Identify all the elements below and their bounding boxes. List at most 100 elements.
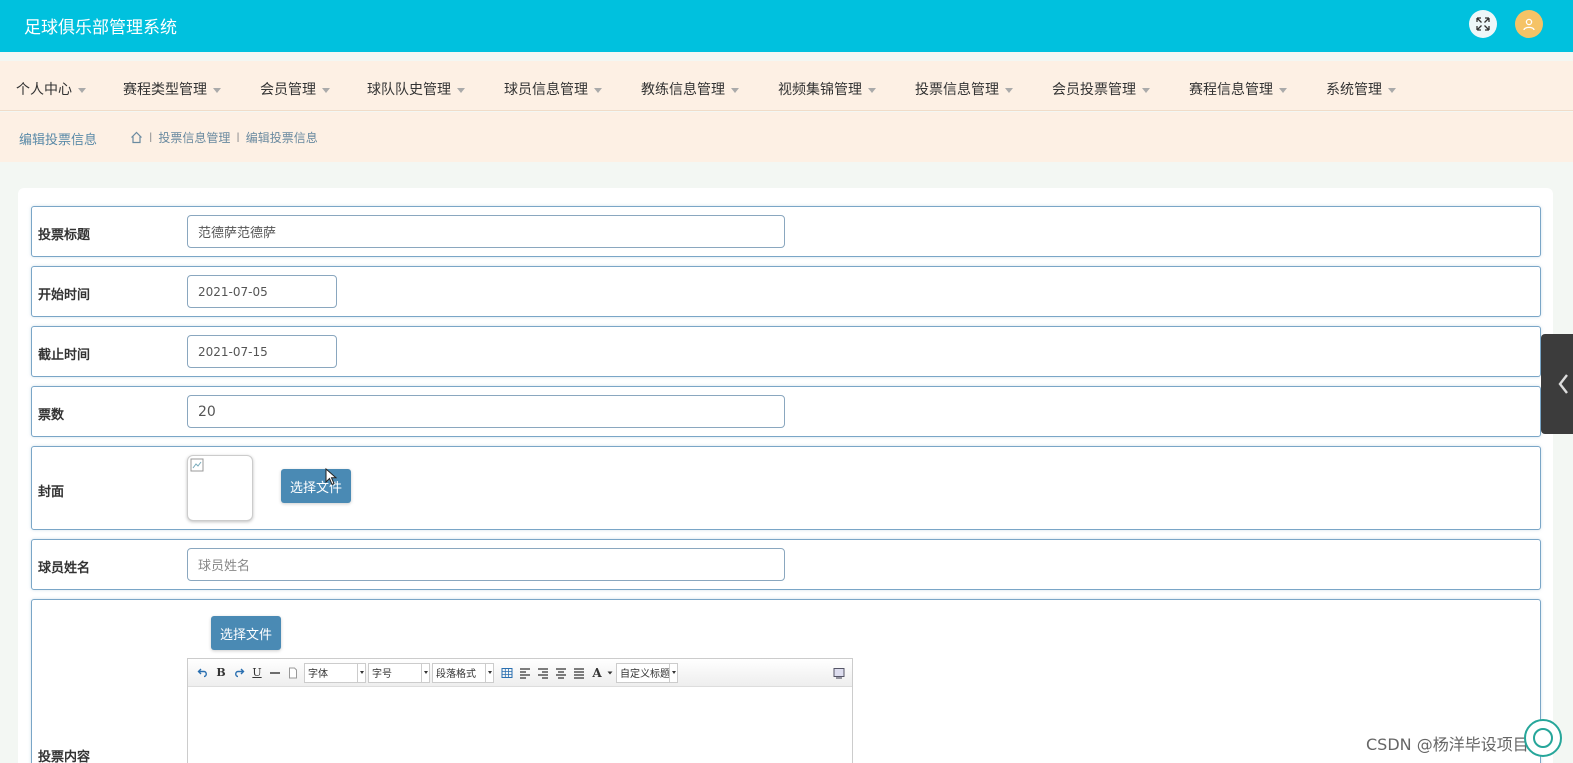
field-label: 票数 xyxy=(38,408,65,423)
main-nav: 个人中心 赛程类型管理 会员管理 球队队史管理 球员信息管理 教练信息管理 视频… xyxy=(0,61,1573,111)
underline-icon[interactable]: U xyxy=(248,664,266,682)
horizontal-rule-icon[interactable] xyxy=(266,664,284,682)
breadcrumb-item: 编辑投票信息 xyxy=(245,131,318,145)
caret-down-icon xyxy=(213,87,221,93)
circle-icon xyxy=(1533,728,1553,748)
select-value: 自定义标题 xyxy=(620,669,670,680)
watermark-text: CSDN @杨洋毕设项目 xyxy=(1366,735,1529,754)
caret-down-icon xyxy=(1388,87,1396,93)
breadcrumb-item[interactable]: 投票信息管理 xyxy=(158,129,230,146)
font-family-select[interactable]: 字体 xyxy=(304,662,366,683)
dropdown-arrow-icon xyxy=(357,663,365,682)
editor-content-area[interactable] xyxy=(188,687,852,763)
field-label: 截止时间 xyxy=(38,348,91,363)
field-label: 投票标题 xyxy=(38,228,91,243)
dropdown-arrow-icon xyxy=(669,663,677,682)
top-header: 足球俱乐部管理系统 xyxy=(0,0,1573,52)
cover-image-preview xyxy=(187,455,253,521)
nav-item-label: 球队队史管理 xyxy=(367,82,451,98)
app-title: 足球俱乐部管理系统 xyxy=(24,18,177,38)
nav-item-label: 赛程类型管理 xyxy=(123,82,207,98)
nav-item-label: 个人中心 xyxy=(16,82,72,98)
vote-title-input[interactable]: 范德萨范德萨 xyxy=(187,215,785,248)
end-date-input[interactable]: 2021-07-15 xyxy=(187,335,337,368)
align-center-icon[interactable] xyxy=(552,664,570,682)
caret-down-icon xyxy=(322,87,330,93)
breadcrumb-bar: 编辑投票信息 l 投票信息管理 l 编辑投票信息 xyxy=(0,112,1573,162)
nav-item-label: 系统管理 xyxy=(1326,82,1382,98)
votes-input[interactable]: 20 xyxy=(187,395,785,428)
caret-down-icon xyxy=(594,87,602,93)
nav-item-label: 投票信息管理 xyxy=(915,82,999,98)
redo-icon[interactable] xyxy=(230,664,248,682)
caret-down-icon xyxy=(731,87,739,93)
editor-toolbar: B U 字体 字号 段落格式 A 自定义标题 xyxy=(188,659,852,687)
nav-item-schedule-info[interactable]: 赛程信息管理 xyxy=(1189,79,1287,99)
nav-item-label: 视频集锦管理 xyxy=(778,82,862,98)
start-date-input[interactable]: 2021-07-05 xyxy=(187,275,337,308)
nav-item-schedule-type[interactable]: 赛程类型管理 xyxy=(123,79,221,99)
rich-text-editor: B U 字体 字号 段落格式 A 自定义标题 xyxy=(187,658,853,763)
select-value: 字体 xyxy=(308,669,328,680)
font-color-icon[interactable]: A xyxy=(588,664,606,682)
nav-item-members[interactable]: 会员管理 xyxy=(260,79,330,99)
form-row-player: 球员姓名 球员姓名 xyxy=(31,539,1541,590)
nav-item-team-history[interactable]: 球队队史管理 xyxy=(367,79,465,99)
nav-item-personal-center[interactable]: 个人中心 xyxy=(16,79,86,99)
field-label: 投票内容 xyxy=(38,750,91,763)
caret-down-icon xyxy=(1005,87,1013,93)
undo-icon[interactable] xyxy=(194,664,212,682)
fullscreen-button[interactable] xyxy=(1469,10,1497,38)
nav-item-highlights[interactable]: 视频集锦管理 xyxy=(778,79,876,99)
nav-item-label: 赛程信息管理 xyxy=(1189,82,1273,98)
nav-item-label: 球员信息管理 xyxy=(504,82,588,98)
form-row-end: 截止时间 2021-07-15 xyxy=(31,326,1541,377)
caret-down-icon xyxy=(1279,87,1287,93)
table-icon[interactable] xyxy=(498,664,516,682)
caret-down-icon xyxy=(457,87,465,93)
nav-item-votes[interactable]: 投票信息管理 xyxy=(915,79,1013,99)
paragraph-format-select[interactable]: 段落格式 xyxy=(432,662,494,683)
page-icon[interactable] xyxy=(284,664,302,682)
form-row-cover: 封面 选择文件 xyxy=(31,446,1541,530)
nav-item-coaches[interactable]: 教练信息管理 xyxy=(641,79,739,99)
nav-item-member-votes[interactable]: 会员投票管理 xyxy=(1052,79,1150,99)
dropdown-arrow-icon xyxy=(421,663,429,682)
breadcrumb: l 投票信息管理 l 编辑投票信息 xyxy=(130,129,318,146)
mouse-cursor-icon xyxy=(325,468,337,486)
caret-down-icon xyxy=(868,87,876,93)
cover-choose-file-button[interactable]: 选择文件 xyxy=(281,469,352,503)
page-title: 编辑投票信息 xyxy=(19,133,98,148)
nav-item-label: 会员投票管理 xyxy=(1052,82,1136,98)
custom-heading-select[interactable]: 自定义标题 xyxy=(616,662,678,683)
form-row-content: 投票内容 选择文件 B U 字体 字号 段落格式 A 自定义标题 xyxy=(31,599,1541,763)
form-row-votes: 票数 20 xyxy=(31,386,1541,437)
select-value: 段落格式 xyxy=(436,669,476,680)
player-name-input[interactable]: 球员姓名 xyxy=(187,548,785,581)
nav-item-players[interactable]: 球员信息管理 xyxy=(504,79,602,99)
nav-item-system[interactable]: 系统管理 xyxy=(1326,79,1396,99)
field-label: 封面 xyxy=(38,485,65,500)
fullscreen-editor-icon[interactable] xyxy=(830,664,848,682)
form-row-title: 投票标题 范德萨范德萨 xyxy=(31,206,1541,257)
fullscreen-icon xyxy=(1476,17,1490,31)
chevron-left-icon xyxy=(1558,374,1568,394)
home-icon[interactable] xyxy=(130,131,143,144)
bold-icon[interactable]: B xyxy=(212,664,230,682)
field-label: 开始时间 xyxy=(38,288,91,303)
breadcrumb-separator: l xyxy=(236,130,240,145)
broken-image-icon xyxy=(190,458,204,472)
content-choose-file-button[interactable]: 选择文件 xyxy=(211,616,282,650)
side-panel-toggle[interactable] xyxy=(1541,334,1573,434)
font-size-select[interactable]: 字号 xyxy=(368,662,430,683)
breadcrumb-separator: l xyxy=(149,130,153,145)
caret-down-icon xyxy=(1142,87,1150,93)
font-color-dropdown-icon[interactable] xyxy=(606,664,614,682)
select-value: 字号 xyxy=(372,669,392,680)
align-justify-icon[interactable] xyxy=(570,664,588,682)
align-left-icon[interactable] xyxy=(516,664,534,682)
align-right-icon[interactable] xyxy=(534,664,552,682)
user-avatar[interactable] xyxy=(1515,10,1543,38)
floating-action-button[interactable] xyxy=(1524,719,1562,757)
field-label: 球员姓名 xyxy=(38,561,91,576)
